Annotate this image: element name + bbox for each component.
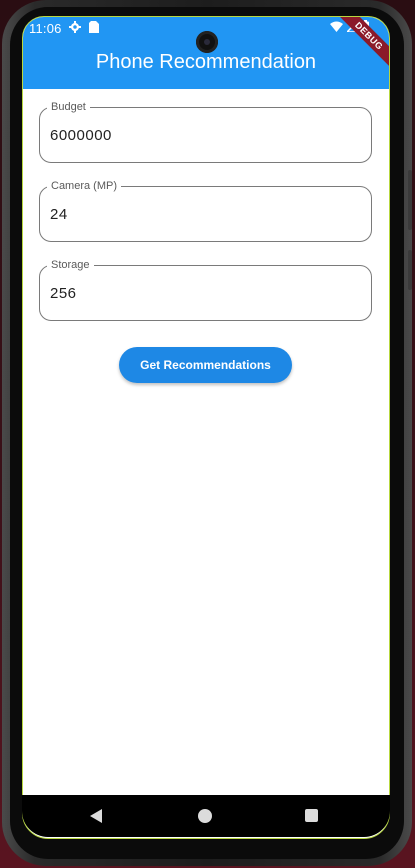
- recent-apps-icon[interactable]: [305, 809, 318, 822]
- get-recommendations-button[interactable]: Get Recommendations: [119, 347, 292, 383]
- wifi-icon: [330, 21, 343, 32]
- status-icons-left: [69, 21, 99, 33]
- page-title: Phone Recommendation: [95, 51, 317, 73]
- back-icon[interactable]: [90, 809, 102, 823]
- budget-input[interactable]: 6000000: [50, 127, 112, 144]
- power-button: [408, 250, 412, 290]
- camera-label: Camera (MP): [47, 179, 122, 193]
- storage-label: Storage: [47, 258, 94, 272]
- camera-field[interactable]: Camera (MP) 24: [39, 179, 372, 242]
- budget-field[interactable]: Budget 6000000: [39, 100, 372, 163]
- storage-field[interactable]: Storage 256: [39, 258, 372, 321]
- storage-input[interactable]: 256: [50, 285, 77, 302]
- home-icon[interactable]: [198, 809, 212, 823]
- camera-input[interactable]: 24: [50, 206, 68, 223]
- front-camera: [196, 31, 218, 53]
- budget-label: Budget: [47, 100, 90, 114]
- system-nav-bar: [22, 795, 390, 837]
- app-screen: 11:06 DEBUG Phone Recommendation Budget …: [22, 16, 390, 839]
- settings-icon: [69, 21, 81, 33]
- app-bar: 11:06 DEBUG Phone Recommendation: [23, 17, 389, 89]
- status-time: 11:06: [29, 21, 62, 36]
- sim-card-icon: [89, 21, 99, 33]
- volume-button: [408, 170, 412, 230]
